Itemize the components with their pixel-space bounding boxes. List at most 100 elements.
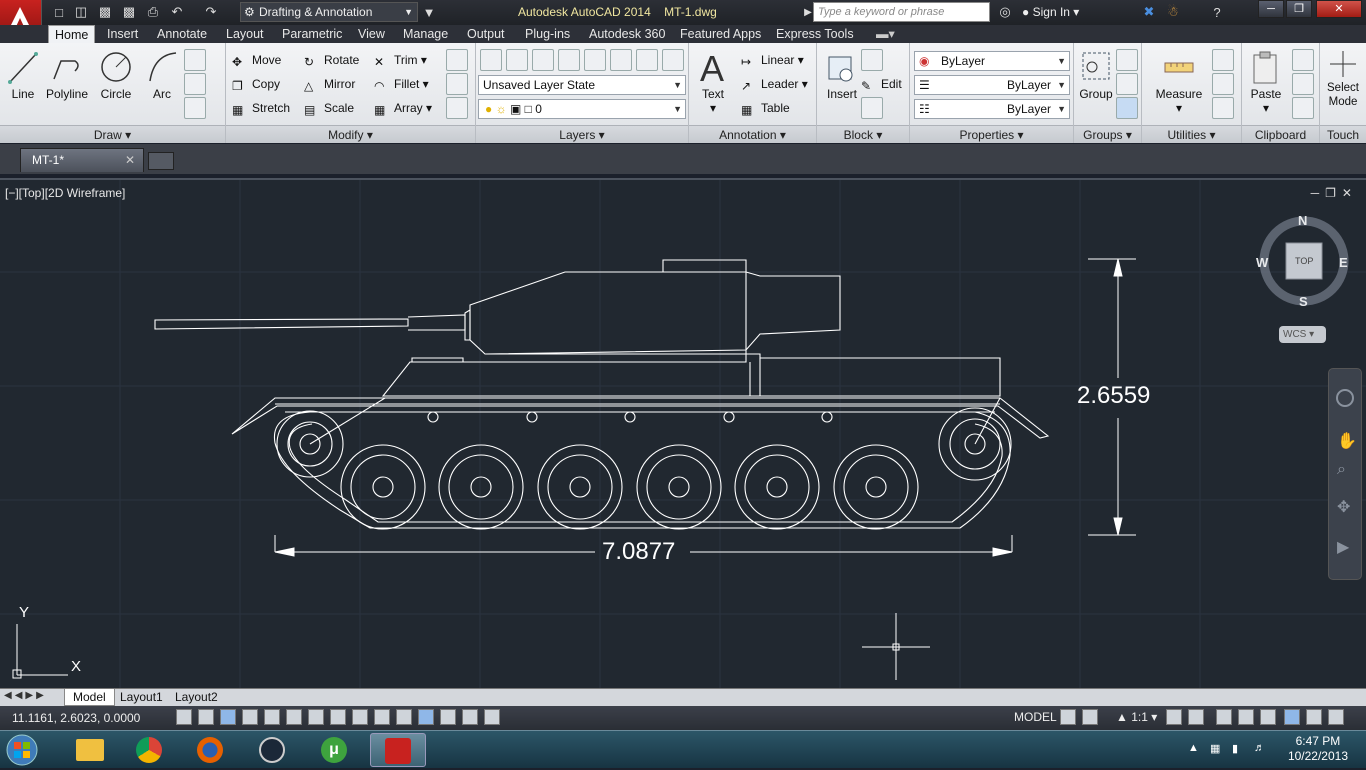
auto-scale-icon[interactable] bbox=[1188, 709, 1204, 725]
tab-layout1[interactable]: Layout1 bbox=[112, 689, 171, 706]
quick-properties-icon[interactable] bbox=[440, 709, 456, 725]
layer-isolate-icon[interactable] bbox=[558, 49, 580, 71]
viewcube[interactable]: N S E W TOP bbox=[1256, 213, 1350, 318]
tab-plugins[interactable]: Plug-ins bbox=[519, 25, 576, 43]
layer-lock-icon[interactable] bbox=[636, 49, 658, 71]
steam-taskbar-button[interactable] bbox=[245, 733, 301, 767]
exchange-icon[interactable]: ✖ bbox=[1140, 3, 1158, 21]
lock-ui-icon[interactable] bbox=[1238, 709, 1254, 725]
lineweight-dropdown[interactable]: ☷ ByLayer ▼ bbox=[914, 99, 1070, 119]
fillet-button[interactable]: ◠ Fillet ▾ bbox=[374, 74, 429, 94]
steering-wheel-icon[interactable] bbox=[1336, 389, 1354, 407]
firefox-taskbar-button[interactable] bbox=[183, 733, 239, 767]
binoculars-icon[interactable]: ◎ bbox=[996, 3, 1014, 21]
workspace-dropdown[interactable]: ⚙ Drafting & Annotation ▼ bbox=[240, 2, 418, 22]
paste-button[interactable]: Paste ▾ bbox=[1246, 49, 1286, 115]
showmotion-icon[interactable]: ▶ bbox=[1337, 537, 1349, 557]
compass-west-label[interactable]: W bbox=[1256, 255, 1268, 270]
group-selection-icon[interactable] bbox=[1116, 97, 1138, 119]
annotation-visibility-icon[interactable] bbox=[1166, 709, 1182, 725]
print-icon[interactable]: ⎙ bbox=[144, 3, 162, 21]
annotation-panel-title[interactable]: Annotation ▾ bbox=[689, 125, 816, 143]
save-icon[interactable]: ▩ bbox=[96, 3, 114, 21]
compass-north-label[interactable]: N bbox=[1298, 213, 1307, 228]
scale-button[interactable]: ▤ Scale bbox=[304, 98, 354, 118]
layer-dropdown[interactable]: ● ☼ ▣ □ 0 ▼ bbox=[478, 99, 686, 119]
group-button[interactable]: Group bbox=[1076, 49, 1116, 101]
annotation-scale-button[interactable]: ▲ 1:1 ▾ bbox=[1116, 710, 1157, 724]
snap-mode-icon[interactable] bbox=[198, 709, 214, 725]
region-icon[interactable] bbox=[184, 97, 206, 119]
close-button[interactable]: ✕ bbox=[1316, 0, 1362, 18]
line-button[interactable]: Line bbox=[6, 49, 40, 101]
quickcalc-icon[interactable] bbox=[1212, 73, 1234, 95]
sign-in-button[interactable]: ● Sign In ▾ bbox=[1022, 5, 1079, 19]
close-tab-icon[interactable]: ✕ bbox=[125, 149, 135, 171]
show-hidden-icons-icon[interactable]: ▲ bbox=[1188, 742, 1202, 756]
properties-panel-title[interactable]: Properties ▾ bbox=[910, 125, 1073, 143]
arc-button[interactable]: Arc bbox=[144, 49, 180, 101]
tab-home[interactable]: Home bbox=[48, 25, 96, 43]
tab-express-tools[interactable]: Express Tools bbox=[770, 25, 860, 43]
notification-icon[interactable] bbox=[1306, 709, 1322, 725]
drawing-canvas[interactable] bbox=[0, 180, 1366, 688]
isolate-objects-icon[interactable] bbox=[1284, 709, 1300, 725]
object-snap-tracking-icon[interactable] bbox=[330, 709, 346, 725]
draw-panel-title[interactable]: Draw ▾ bbox=[0, 125, 225, 143]
create-block-icon[interactable] bbox=[861, 49, 883, 71]
model-space-button[interactable]: MODEL bbox=[1014, 710, 1057, 724]
zoom-extents-icon[interactable]: ⌕ bbox=[1337, 461, 1346, 479]
hardware-acceleration-icon[interactable] bbox=[1260, 709, 1276, 725]
new-icon[interactable]: □ bbox=[50, 3, 68, 21]
group-edit-icon[interactable] bbox=[1116, 73, 1138, 95]
dynamic-input-icon[interactable] bbox=[374, 709, 390, 725]
tab-output[interactable]: Output bbox=[461, 25, 511, 43]
ortho-mode-icon[interactable] bbox=[242, 709, 258, 725]
power-icon[interactable]: ▮ bbox=[1232, 742, 1246, 756]
start-button[interactable] bbox=[4, 733, 46, 767]
compass-east-label[interactable]: E bbox=[1339, 255, 1348, 270]
insert-button[interactable]: Insert bbox=[821, 49, 863, 101]
help-icon[interactable]: ? bbox=[1208, 3, 1226, 21]
ungroup-icon[interactable] bbox=[1116, 49, 1138, 71]
clean-screen-icon[interactable] bbox=[1328, 709, 1344, 725]
calculator-icon[interactable] bbox=[1212, 97, 1234, 119]
tab-insert[interactable]: Insert bbox=[101, 25, 144, 43]
tab-featured-apps[interactable]: Featured Apps bbox=[674, 25, 767, 43]
rotate-button[interactable]: ↻ Rotate bbox=[304, 50, 359, 70]
circle-button[interactable]: Circle bbox=[98, 49, 134, 101]
transparency-icon[interactable] bbox=[418, 709, 434, 725]
quick-view-drawings-icon[interactable] bbox=[1082, 709, 1098, 725]
autocad-taskbar-button[interactable] bbox=[370, 733, 426, 767]
tab-manage[interactable]: Manage bbox=[397, 25, 454, 43]
maximize-button[interactable]: ❐ bbox=[1286, 0, 1312, 18]
quick-select-icon[interactable] bbox=[1212, 49, 1234, 71]
erase-icon[interactable] bbox=[446, 49, 468, 71]
block-panel-title[interactable]: Block ▾ bbox=[817, 125, 909, 143]
edit-attributes-icon[interactable] bbox=[861, 97, 883, 119]
polar-tracking-icon[interactable] bbox=[264, 709, 280, 725]
explode-icon[interactable] bbox=[446, 73, 468, 95]
tab-model[interactable]: Model bbox=[64, 689, 115, 706]
stretch-button[interactable]: ▦ Stretch bbox=[232, 98, 290, 118]
lineweight-toggle-icon[interactable] bbox=[396, 709, 412, 725]
system-clock[interactable]: 6:47 PM 10/22/2013 bbox=[1288, 734, 1348, 764]
selection-cycling-icon[interactable] bbox=[462, 709, 478, 725]
select-mode-button[interactable]: Select Mode bbox=[1322, 49, 1364, 109]
tab-layout2[interactable]: Layout2 bbox=[167, 689, 226, 706]
quick-access-menu-icon[interactable]: ▼ bbox=[420, 3, 438, 21]
navigation-bar[interactable]: ✋ ⌕ ✥ ▶ bbox=[1328, 368, 1362, 580]
table-button[interactable]: ▦ Table bbox=[741, 98, 790, 118]
groups-panel-title[interactable]: Groups ▾ bbox=[1074, 125, 1141, 143]
cut-icon[interactable] bbox=[1292, 49, 1314, 71]
wcs-menu[interactable]: WCS ▾ bbox=[1279, 326, 1326, 343]
copy-button[interactable]: ❐ Copy bbox=[232, 74, 280, 94]
measure-button[interactable]: Measure ▾ bbox=[1152, 49, 1206, 115]
mirror-button[interactable]: △ Mirror bbox=[304, 74, 355, 94]
text-button[interactable]: A Text ▾ bbox=[695, 49, 731, 115]
ribbon-minimize-icon[interactable]: ▬▾ bbox=[870, 25, 901, 43]
viewport-controls-label[interactable]: [−][Top][2D Wireframe] bbox=[5, 186, 125, 200]
tab-parametric[interactable]: Parametric bbox=[276, 25, 348, 43]
layers-panel-title[interactable]: Layers ▾ bbox=[476, 125, 688, 143]
move-button[interactable]: ✥ Move bbox=[232, 50, 281, 70]
